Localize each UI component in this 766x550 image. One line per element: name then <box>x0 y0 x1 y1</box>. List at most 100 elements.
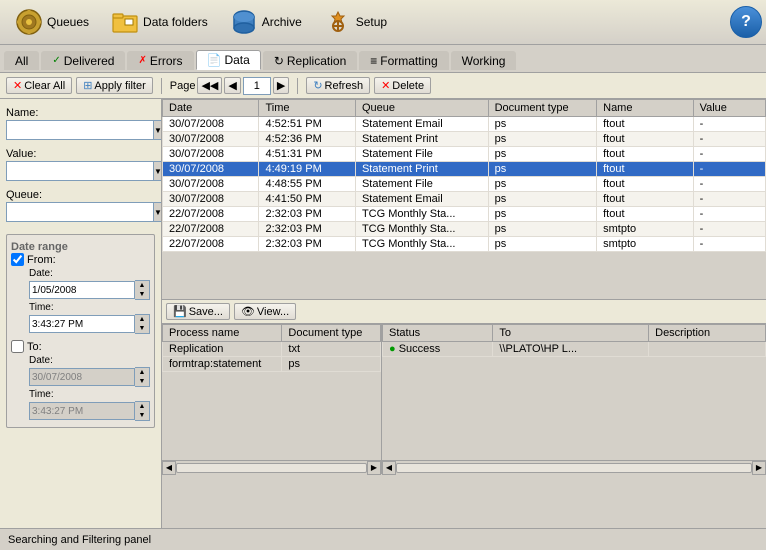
apply-filter-label: Apply filter <box>94 80 145 92</box>
from-time-down[interactable]: ▼ <box>135 324 149 333</box>
tab-replication[interactable]: ↻ Replication <box>263 51 357 70</box>
col-description[interactable]: Description <box>649 325 766 342</box>
col-date[interactable]: Date <box>163 100 259 117</box>
toolbar-setup[interactable]: Setup <box>313 3 398 41</box>
refresh-icon: ↻ <box>313 79 322 92</box>
data-table-wrap[interactable]: Date Time Queue Document type Name Value… <box>162 99 766 299</box>
col-process-name[interactable]: Process name <box>163 325 282 342</box>
table-row[interactable]: 22/07/2008 2:32:03 PM TCG Monthly Sta...… <box>163 237 766 252</box>
toolbar-archive[interactable]: Archive <box>219 3 313 41</box>
col-process-doctype[interactable]: Document type <box>282 325 381 342</box>
col-doc-type[interactable]: Document type <box>488 100 597 117</box>
value-input[interactable] <box>6 161 154 181</box>
scroll-left-arrow[interactable]: ◀ <box>162 461 176 475</box>
process-row[interactable]: Replication txt <box>163 342 381 357</box>
col-name[interactable]: Name <box>597 100 693 117</box>
from-checkbox-label[interactable]: From: <box>11 253 150 266</box>
page-label: Page <box>170 80 196 92</box>
toolbar-queues[interactable]: Queues <box>4 3 100 41</box>
tab-data[interactable]: 📄 Data <box>196 50 261 70</box>
refresh-button[interactable]: ↻ Refresh <box>306 77 370 94</box>
from-time-input[interactable] <box>29 315 135 333</box>
cell-doctype: ps <box>488 222 597 237</box>
hscroll-left[interactable]: ◀ ▶ <box>162 461 382 474</box>
hscroll-right[interactable]: ◀ ▶ <box>382 461 766 474</box>
view-button[interactable]: 👁 View... <box>234 303 296 320</box>
cell-value: - <box>693 132 765 147</box>
page-prev-button[interactable]: ◀ <box>224 77 240 94</box>
process-row[interactable]: formtrap:statement ps <box>163 357 381 372</box>
process-table-wrap[interactable]: Process name Document type Replication t… <box>162 324 382 460</box>
archive-label: Archive <box>262 15 302 29</box>
col-time[interactable]: Time <box>259 100 355 117</box>
cell-value: - <box>693 177 765 192</box>
col-queue[interactable]: Queue <box>355 100 488 117</box>
cell-doctype: ps <box>488 132 597 147</box>
toolbar-data-folders[interactable]: Data folders <box>100 3 219 41</box>
to-time-input[interactable] <box>29 402 135 420</box>
table-row[interactable]: 30/07/2008 4:51:31 PM Statement File ps … <box>163 147 766 162</box>
col-value[interactable]: Value <box>693 100 765 117</box>
process-name-cell: formtrap:statement <box>163 357 282 372</box>
tab-formatting[interactable]: ≡ Formatting <box>359 51 448 70</box>
to-date-input[interactable] <box>29 368 135 386</box>
page-number-input[interactable] <box>243 77 271 95</box>
apply-filter-button[interactable]: ⊞ Apply filter <box>76 77 153 94</box>
table-row[interactable]: 22/07/2008 2:32:03 PM TCG Monthly Sta...… <box>163 207 766 222</box>
scroll-right-left-arrow[interactable]: ◀ <box>382 461 396 475</box>
cell-doctype: ps <box>488 117 597 132</box>
hscroll-right-track[interactable] <box>396 463 752 473</box>
cell-name: ftout <box>597 192 693 207</box>
table-row[interactable]: 22/07/2008 2:32:03 PM TCG Monthly Sta...… <box>163 222 766 237</box>
page-first-button[interactable]: ◀◀ <box>197 77 222 94</box>
col-to[interactable]: To <box>493 325 649 342</box>
col-status[interactable]: Status <box>383 325 493 342</box>
table-row[interactable]: 30/07/2008 4:48:55 PM Statement File ps … <box>163 177 766 192</box>
to-date-up[interactable]: ▲ <box>135 368 149 377</box>
status-table-wrap[interactable]: Status To Description ● Success \\PLATO\… <box>382 324 766 460</box>
replication-icon: ↻ <box>274 54 284 68</box>
value-dropdown[interactable]: ▼ <box>154 161 162 181</box>
tab-all[interactable]: All <box>4 51 39 70</box>
queue-dropdown[interactable]: ▼ <box>154 202 162 222</box>
tab-delivered[interactable]: ✓ Delivered <box>41 51 125 70</box>
scroll-right-right-arrow[interactable]: ▶ <box>752 461 766 475</box>
to-date-down[interactable]: ▼ <box>135 377 149 386</box>
table-row[interactable]: 30/07/2008 4:52:51 PM Statement Email ps… <box>163 117 766 132</box>
to-date-spinner[interactable]: ▲ ▼ <box>135 367 150 387</box>
archive-icon <box>230 8 258 36</box>
from-date-down[interactable]: ▼ <box>135 290 149 299</box>
save-button[interactable]: 💾 Save... <box>166 303 230 320</box>
to-time-down[interactable]: ▼ <box>135 411 149 420</box>
status-cell: ● Success <box>383 342 493 357</box>
from-date-input[interactable] <box>29 281 135 299</box>
from-date-up[interactable]: ▲ <box>135 281 149 290</box>
to-time-spinner[interactable]: ▲ ▼ <box>135 401 150 421</box>
cell-time: 4:52:36 PM <box>259 132 355 147</box>
table-row[interactable]: 30/07/2008 4:41:50 PM Statement Email ps… <box>163 192 766 207</box>
hscroll-left-track[interactable] <box>176 463 367 473</box>
tab-errors[interactable]: ✗ Errors <box>127 51 193 70</box>
queue-input[interactable] <box>6 202 154 222</box>
name-dropdown[interactable]: ▼ <box>154 120 162 140</box>
tab-working[interactable]: Working <box>451 51 517 70</box>
cell-date: 22/07/2008 <box>163 237 259 252</box>
to-time-up[interactable]: ▲ <box>135 402 149 411</box>
to-checkbox-label[interactable]: To: <box>11 340 150 353</box>
delete-button[interactable]: ✕ Delete <box>374 77 431 94</box>
name-input[interactable] <box>6 120 154 140</box>
from-date-spinner[interactable]: ▲ ▼ <box>135 280 150 300</box>
to-checkbox[interactable] <box>11 340 24 353</box>
from-checkbox[interactable] <box>11 253 24 266</box>
from-time-up[interactable]: ▲ <box>135 315 149 324</box>
clear-all-button[interactable]: ✕ Clear All <box>6 77 72 94</box>
from-time-spinner[interactable]: ▲ ▼ <box>135 314 150 334</box>
table-row[interactable]: 30/07/2008 4:52:36 PM Statement Print ps… <box>163 132 766 147</box>
table-row[interactable]: 30/07/2008 4:49:19 PM Statement Print ps… <box>163 162 766 177</box>
status-row[interactable]: ● Success \\PLATO\HP L... <box>383 342 766 357</box>
help-button[interactable]: ? <box>730 6 762 38</box>
process-name-cell: Replication <box>163 342 282 357</box>
page-next-button[interactable]: ▶ <box>273 77 289 94</box>
scroll-right-arrow[interactable]: ▶ <box>367 461 381 475</box>
tab-all-label: All <box>15 54 28 68</box>
